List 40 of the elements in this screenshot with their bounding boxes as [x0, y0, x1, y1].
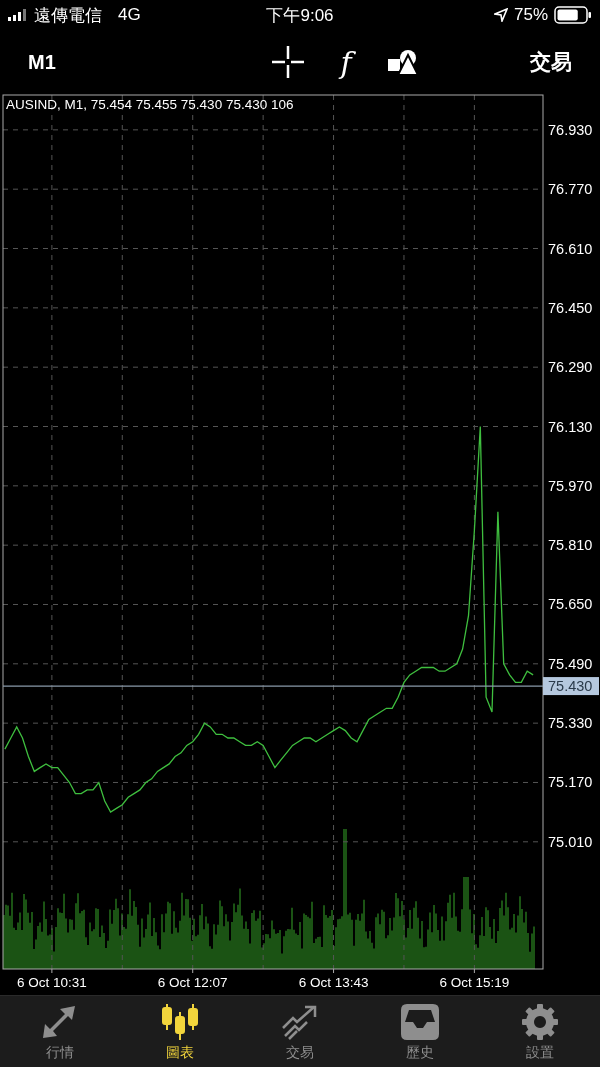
- axis-label: 76.290: [548, 359, 593, 376]
- shapes-icon[interactable]: [387, 47, 420, 77]
- battery-percent: 75%: [513, 5, 548, 25]
- axis-label: 76.450: [548, 299, 593, 316]
- timeframe-button[interactable]: M1: [28, 50, 198, 74]
- axis-label: 76.610: [548, 240, 593, 257]
- tab-button[interactable]: 圖表: [120, 996, 240, 1067]
- axis-label: 6 Oct 12:07: [157, 975, 228, 990]
- location-arrow-icon: [493, 8, 508, 22]
- axis-label: 6 Oct 15:19: [439, 975, 510, 990]
- axis-label: 6 Oct 13:43: [298, 975, 369, 990]
- axis-label: 75.970: [548, 477, 593, 494]
- network-type: 4G: [118, 5, 141, 25]
- axis-label: 75.330: [548, 715, 593, 732]
- ref-line-label: 75.430: [548, 678, 593, 695]
- tab-button[interactable]: 歷史: [360, 996, 480, 1067]
- crosshair-icon[interactable]: [272, 46, 305, 78]
- axis-label: 75.490: [548, 655, 593, 672]
- axis-label: 6 Oct 10:31: [17, 975, 87, 990]
- signal-icon: [8, 9, 28, 21]
- price-tag: 75.430: [543, 677, 599, 696]
- axis-label: 75.810: [548, 537, 593, 554]
- inbox-tray-icon: [401, 1004, 439, 1040]
- axis-label: 75.170: [548, 774, 593, 791]
- carrier-name: 遠傳電信: [34, 4, 102, 27]
- trade-button[interactable]: 交易: [530, 48, 572, 76]
- axis-label: 76.930: [548, 121, 593, 138]
- axis-label: 76.770: [548, 181, 593, 198]
- tab-button[interactable]: 設置: [480, 996, 600, 1067]
- candlestick-icon: [161, 1004, 199, 1040]
- axis-label: 75.650: [548, 596, 593, 613]
- battery-icon: [554, 6, 592, 24]
- tab-button[interactable]: 行情: [0, 996, 120, 1067]
- axis-label: 76.130: [548, 418, 593, 435]
- settings-icon: [521, 1004, 559, 1040]
- tab-button[interactable]: 交易: [240, 996, 360, 1067]
- clock-time: 下午9:06: [266, 4, 334, 27]
- trend-arrow-icon: [281, 1004, 319, 1040]
- axis-label: 75.010: [548, 833, 593, 850]
- chart-header: AUSIND, M1, 75.454 75.455 75.430 75.430 106: [6, 97, 294, 112]
